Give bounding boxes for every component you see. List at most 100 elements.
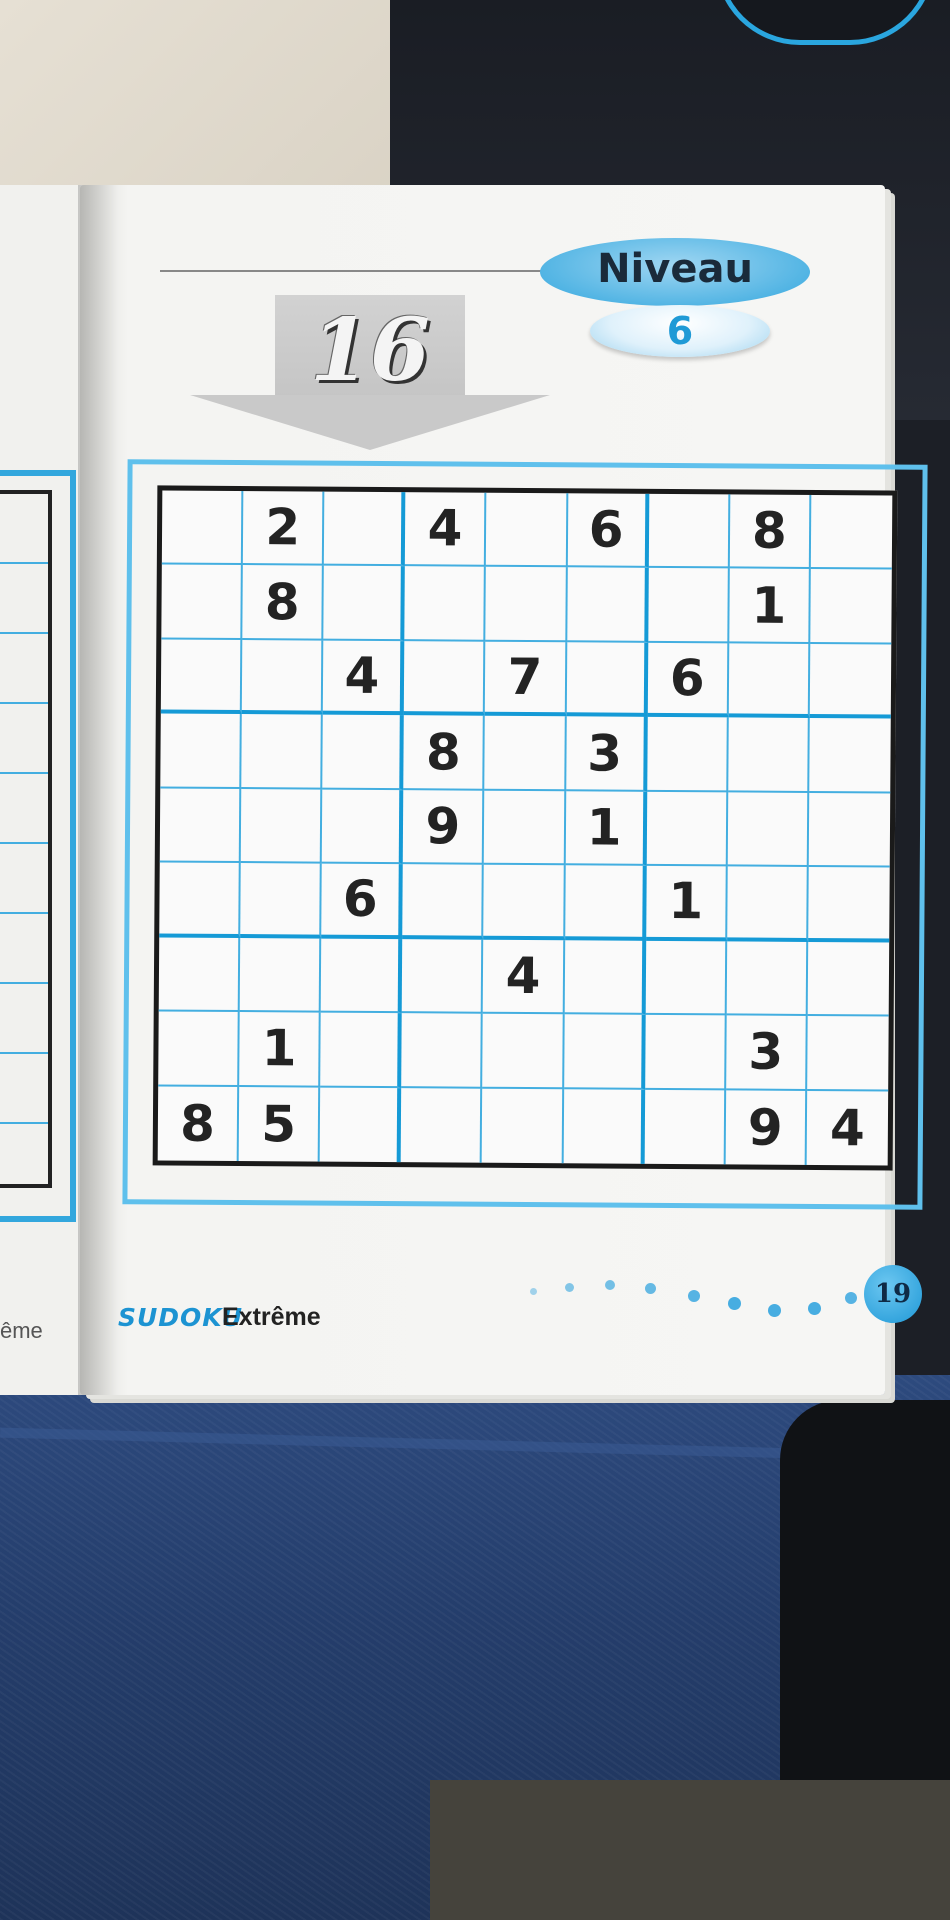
sudoku-cell [647,568,730,644]
sudoku-cell [404,641,486,717]
sudoku-cell [566,642,648,718]
sudoku-cell [158,1011,240,1087]
sudoku-cell [807,941,890,1017]
sudoku-cell [321,789,404,865]
sudoku-cell [484,790,566,866]
sudoku-cell [810,494,893,570]
sudoku-cell: 3 [725,1015,808,1091]
sudoku-cell [808,792,891,868]
sudoku-cell [322,714,405,790]
sudoku-cell [320,938,403,1014]
footer-dot [565,1283,574,1292]
sudoku-cell [485,567,568,643]
footer-dot [845,1292,857,1304]
sudoku-cell: 8 [242,565,325,641]
book-spine-shadow [78,185,118,1395]
sudoku-cell [241,639,324,715]
sudoku-cell [161,564,243,640]
sudoku-cell [648,493,731,569]
sudoku-cell [483,864,566,940]
sudoku-cell: 1 [645,866,728,942]
sudoku-cell: 4 [829,1098,865,1158]
sudoku-cell [728,643,811,719]
left-page-footer-text: ême [0,1318,43,1343]
sudoku-cell: 3 [565,716,648,792]
footer-dot [645,1283,656,1294]
sudoku-grid: 2468814768391614138594 [152,485,898,1171]
photo-scene: ême 16 Niveau 6 2468814768391614138594 S… [0,0,950,1920]
sudoku-cell [646,717,729,793]
sudoku-cell: 1 [239,1012,321,1088]
sudoku-cell [726,866,809,942]
sudoku-cell [809,643,892,719]
sudoku-cell [807,1016,889,1092]
level-label: Niveau [597,246,753,292]
sudoku-cell [484,716,567,792]
sudoku-cell: 5 [238,1086,321,1162]
sudoku-cell [160,713,242,789]
sudoku-cell: 1 [729,568,811,644]
sudoku-cell [402,864,485,940]
sudoku-cell: 6 [321,863,404,939]
footer-dot [768,1304,781,1317]
sudoku-cell [482,1088,564,1164]
sudoku-cell [241,714,324,790]
sudoku-cell: 6 [647,642,730,718]
sudoku-cell: 8 [729,494,812,570]
floor [430,1780,950,1920]
sudoku-cell [324,491,406,567]
sudoku-cell [486,492,568,568]
sudoku-cell: 9 [403,789,485,865]
sudoku-cell: 8 [157,1085,240,1161]
level-value: 6 [666,309,694,353]
sudoku-cell [564,939,646,1015]
sudoku-cell [161,490,244,566]
sudoku-cell [401,1013,484,1089]
sudoku-cell [159,788,242,864]
sudoku-cell [646,791,729,867]
footer-dot [605,1280,615,1290]
sudoku-cell [319,1087,402,1163]
sudoku-cell [239,937,322,1013]
sudoku-cell [323,566,406,642]
sudoku-cell [563,1014,646,1090]
sudoku-cell: 7 [485,641,567,717]
sudoku-cell [320,1012,403,1088]
sudoku-cell [809,718,891,794]
sudoku-cell [727,792,810,868]
sudoku-cell [728,717,810,793]
footer-dot [530,1288,537,1295]
sudoku-cell [404,566,487,642]
sudoku-cell [158,937,241,1013]
sudoku-cell [808,867,890,943]
sudoku-cell [482,1013,565,1089]
header-rule [160,270,550,272]
sudoku-cell [240,863,322,939]
sudoku-cell [644,1014,727,1090]
footer-dot [808,1302,821,1315]
footer-subtitle: Extrême [222,1303,321,1331]
sudoku-cell: 9 [725,1089,808,1165]
puzzle-number: 16 [310,300,430,401]
sudoku-cell [159,862,241,938]
sudoku-cell: 4 [323,640,405,716]
sudoku-cell [563,1088,645,1164]
sudoku-cell: 4 [483,939,565,1015]
footer-dot [728,1297,741,1310]
sudoku-cell [400,1087,483,1163]
sudoku-cell: 8 [403,715,486,791]
sudoku-cell [564,865,647,941]
sudoku-cell: 2 [242,491,325,567]
sudoku-cell [160,639,243,715]
puzzle-number-arrow [190,395,550,450]
sudoku-cell [402,938,484,1014]
sudoku-cell [566,567,649,643]
left-page-grid [0,490,52,1188]
sudoku-cell: 6 [567,493,649,569]
sudoku-cell [810,569,892,645]
sudoku-cell [644,1089,726,1165]
footer-dot [688,1290,700,1302]
sudoku-cell [726,941,809,1017]
sudoku-cell: 1 [565,791,647,867]
sudoku-cell [645,940,727,1016]
